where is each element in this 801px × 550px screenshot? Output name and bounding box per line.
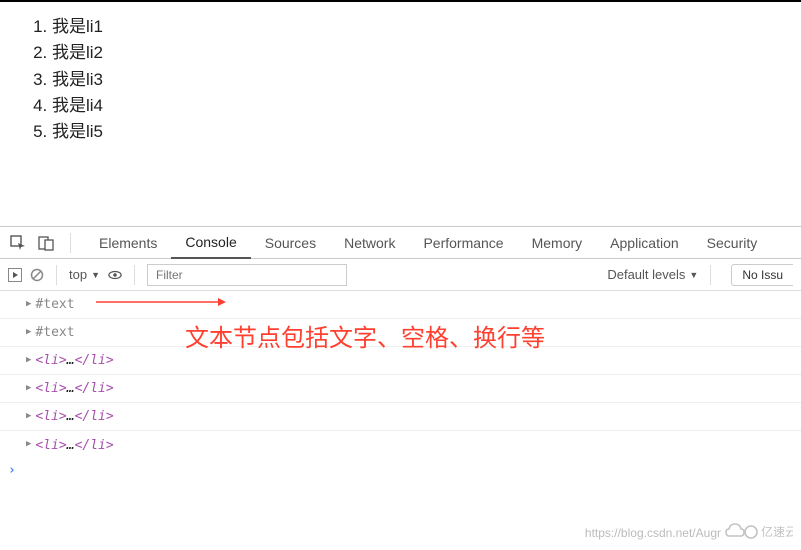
watermark-logo: 亿速云 [723,520,793,544]
devtools-tabbar: Elements Console Sources Network Perform… [0,227,801,259]
console-row-li[interactable]: ▶ <li>…</li> [0,347,801,375]
console-row-li[interactable]: ▶ <li>…</li> [0,431,801,459]
tabs-container: Elements Console Sources Network Perform… [85,227,771,258]
device-toggle-icon[interactable] [38,235,54,251]
separator [70,233,71,253]
svg-text:亿速云: 亿速云 [761,524,793,539]
console-row-text[interactable]: ▶ #text [0,319,801,347]
log-levels-selector[interactable]: Default levels ▼ [607,267,698,282]
chevron-down-icon: ▼ [91,270,100,280]
play-icon[interactable] [8,268,22,282]
list-item: 我是li3 [52,67,801,93]
inspect-icon[interactable] [10,235,26,251]
tab-security[interactable]: Security [693,227,772,258]
devtools-panel: Elements Console Sources Network Perform… [0,226,801,550]
console-row-text[interactable]: ▶ #text [0,291,801,319]
expand-icon[interactable]: ▶ [26,327,31,337]
tab-performance[interactable]: Performance [409,227,517,258]
tab-sources[interactable]: Sources [251,227,330,258]
tab-elements[interactable]: Elements [85,227,171,258]
text-node-label: #text [35,297,74,312]
li-element-label: <li>…</li> [35,353,113,368]
list-item: 我是li2 [52,40,801,66]
list-item: 我是li5 [52,119,801,145]
tab-network[interactable]: Network [330,227,409,258]
console-prompt[interactable]: › [0,459,801,478]
watermark-url: https://blog.csdn.net/Augr [585,526,721,540]
filter-input[interactable] [147,264,347,286]
live-expression-icon[interactable] [108,268,122,282]
page-content: 我是li1 我是li2 我是li3 我是li4 我是li5 [0,2,801,146]
separator [710,265,711,285]
expand-icon[interactable]: ▶ [26,411,31,421]
console-toolbar: top ▼ Default levels ▼ No Issu [0,259,801,291]
li-element-label: <li>…</li> [35,438,113,453]
context-label: top [69,267,87,282]
ordered-list: 我是li1 我是li2 我是li3 我是li4 我是li5 [30,14,801,146]
list-item: 我是li4 [52,93,801,119]
console-row-li[interactable]: ▶ <li>…</li> [0,403,801,431]
expand-icon[interactable]: ▶ [26,355,31,365]
separator [134,265,135,285]
console-output: ▶ #text ▶ #text ▶ <li>…</li> ▶ <li>…</li… [0,291,801,550]
li-element-label: <li>…</li> [35,409,113,424]
no-issues-button[interactable]: No Issu [731,264,793,286]
clear-console-icon[interactable] [30,268,44,282]
annotation-arrow [96,297,226,307]
separator [56,265,57,285]
expand-icon[interactable]: ▶ [26,299,31,309]
context-selector[interactable]: top ▼ [69,267,100,282]
chevron-down-icon: ▼ [689,270,698,280]
li-element-label: <li>…</li> [35,381,113,396]
text-node-label: #text [35,325,74,340]
tab-application[interactable]: Application [596,227,693,258]
console-row-li[interactable]: ▶ <li>…</li> [0,375,801,403]
tab-console[interactable]: Console [171,228,250,259]
tab-memory[interactable]: Memory [518,227,597,258]
expand-icon[interactable]: ▶ [26,383,31,393]
levels-label: Default levels [607,267,685,282]
expand-icon[interactable]: ▶ [26,439,31,449]
list-item: 我是li1 [52,14,801,40]
